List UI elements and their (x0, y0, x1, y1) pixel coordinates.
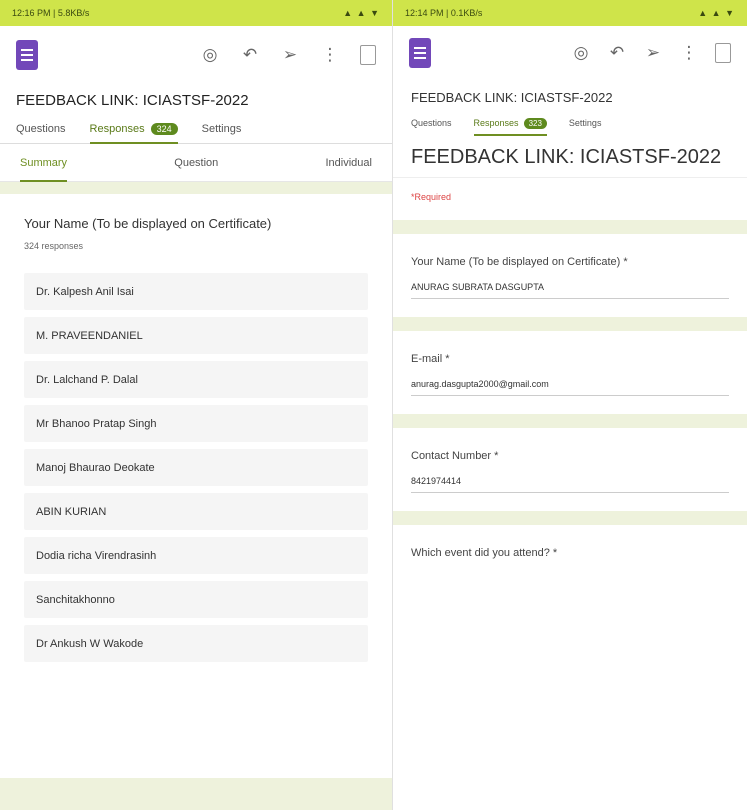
status-indicators: ▲ ▲ ▼ (343, 8, 380, 18)
response-list: Dr. Kalpesh Anil Isai M. PRAVEENDANIEL D… (24, 273, 368, 662)
field-answer: anurag.dasgupta2000@gmail.com (411, 379, 729, 396)
list-item: Dr Ankush W Wakode (24, 625, 368, 662)
tab-responses[interactable]: Responses 323 (473, 110, 548, 136)
preview-icon[interactable] (360, 45, 376, 65)
question-title: Your Name (To be displayed on Certificat… (24, 216, 272, 231)
section-divider (0, 778, 392, 810)
palette-icon[interactable]: ◎ (571, 43, 591, 63)
responses-count-badge: 324 (150, 122, 178, 135)
status-indicators: ▲ ▲ ▼ (698, 8, 735, 18)
answer-card: Contact Number * 8421974414 (393, 428, 747, 511)
list-item: Dr. Kalpesh Anil Isai (24, 273, 368, 310)
tab-bar: Questions Responses 323 Settings (393, 110, 747, 136)
required-note: *Required (411, 192, 452, 202)
tab-label: Questions (411, 118, 452, 128)
list-item: Mr Bhanoo Pratap Singh (24, 405, 368, 442)
form-title: FEEDBACK LINK: ICIASTSF-2022 (16, 92, 249, 109)
section-divider (0, 182, 392, 194)
section-divider (393, 414, 747, 428)
tab-label: Questions (16, 122, 66, 135)
app-toolbar: ◎ ↶ ➢ ⋮ (393, 26, 747, 80)
app-toolbar: ◎ ↶ ➢ ⋮ (0, 26, 392, 84)
field-label: Contact Number * (411, 450, 499, 462)
right-phone-screen: 12:14 PM | 0.1KB/s ▲ ▲ ▼ ◎ ↶ ➢ ⋮ FEEDBAC… (392, 0, 747, 810)
form-title: FEEDBACK LINK: ICIASTSF-2022 (411, 90, 613, 105)
palette-icon[interactable]: ◎ (200, 45, 220, 65)
preview-icon[interactable] (715, 43, 731, 63)
response-count: 324 responses (24, 241, 84, 251)
send-icon[interactable]: ➢ (643, 43, 663, 63)
status-time: 12:14 PM | 0.1KB/s (405, 8, 483, 18)
status-bar: 12:16 PM | 5.8KB/s ▲ ▲ ▼ (0, 0, 392, 26)
status-time: 12:16 PM | 5.8KB/s (12, 8, 90, 18)
individual-form-header: FEEDBACK LINK: ICIASTSF-2022 (393, 136, 747, 178)
list-item: M. PRAVEENDANIEL (24, 317, 368, 354)
subtab-question[interactable]: Question (174, 144, 218, 181)
undo-icon[interactable]: ↶ (240, 45, 260, 65)
tab-bar: Questions Responses 324 Settings (0, 114, 392, 144)
subtab-summary[interactable]: Summary (20, 144, 68, 182)
answer-card: E-mail * anurag.dasgupta2000@gmail.com (393, 331, 747, 414)
question-summary-card: Your Name (To be displayed on Certificat… (0, 194, 392, 679)
field-label: Which event did you attend? * (411, 547, 558, 559)
tab-label: Settings (568, 118, 602, 128)
field-label: E-mail * (411, 353, 450, 365)
send-icon[interactable]: ➢ (280, 45, 300, 65)
forms-logo-icon[interactable] (409, 38, 431, 68)
responses-subtabs: Summary Question Individual (0, 144, 392, 182)
tab-questions[interactable]: Questions (16, 114, 66, 143)
list-item: Sanchitakhonno (24, 581, 368, 618)
answer-card: Your Name (To be displayed on Certificat… (393, 234, 747, 317)
list-item: Dr. Lalchand P. Dalal (24, 361, 368, 398)
more-vert-icon[interactable]: ⋮ (320, 45, 340, 65)
tab-settings[interactable]: Settings (202, 114, 242, 143)
list-item: Dodia richa Virendrasinh (24, 537, 368, 574)
tab-questions[interactable]: Questions (411, 110, 452, 136)
forms-logo-icon[interactable] (16, 40, 38, 70)
section-divider (393, 220, 747, 234)
more-vert-icon[interactable]: ⋮ (679, 43, 699, 63)
section-divider (393, 511, 747, 525)
undo-icon[interactable]: ↶ (607, 43, 627, 63)
subtab-individual[interactable]: Individual (326, 144, 372, 181)
section-divider (393, 317, 747, 331)
field-label: Your Name (To be displayed on Certificat… (411, 256, 628, 268)
list-item: Manoj Bhaurao Deokate (24, 449, 368, 486)
field-answer: ANURAG SUBRATA DASGUPTA (411, 282, 729, 299)
tab-label: Responses (89, 122, 145, 135)
status-bar: 12:14 PM | 0.1KB/s ▲ ▲ ▼ (393, 0, 747, 26)
field-answer: 8421974414 (411, 476, 729, 493)
tab-label: Settings (201, 122, 242, 135)
responses-count-badge: 323 (523, 117, 547, 129)
tab-label: Responses (473, 118, 519, 128)
tab-settings[interactable]: Settings (569, 110, 602, 136)
list-item: ABIN KURIAN (24, 493, 368, 530)
answer-card: Which event did you attend? * (393, 525, 747, 577)
tab-responses[interactable]: Responses 324 (89, 114, 178, 144)
left-phone-screen: 12:16 PM | 5.8KB/s ▲ ▲ ▼ ◎ ↶ ➢ ⋮ FEEDBAC… (0, 0, 392, 810)
